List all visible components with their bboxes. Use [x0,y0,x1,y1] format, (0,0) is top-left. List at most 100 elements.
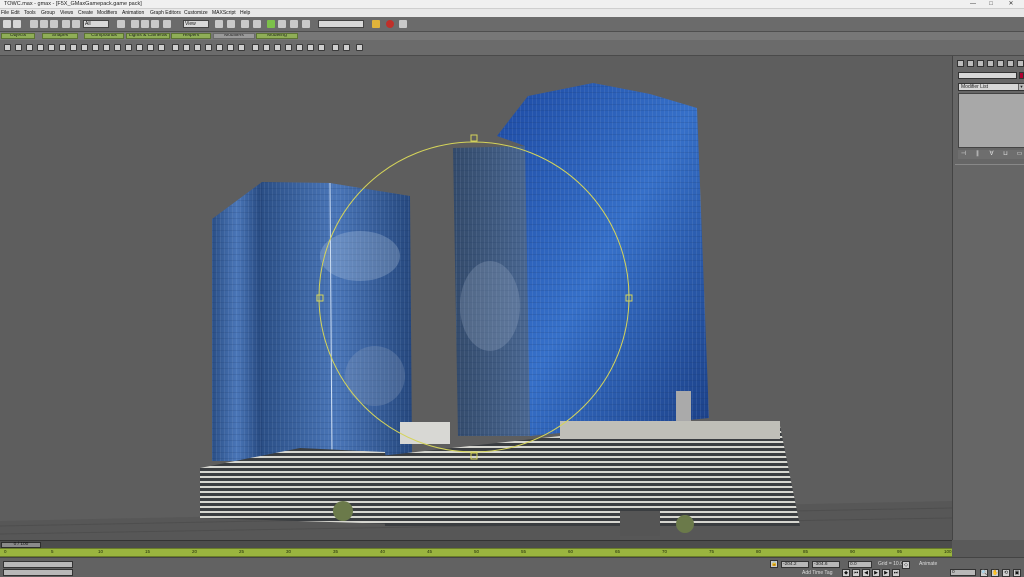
modifier-list-dropdown[interactable]: Modifier List ▼ [958,83,1024,91]
undo-icon[interactable] [3,20,11,28]
orbit-icon[interactable]: ⟲ [1002,569,1010,577]
tab-objects[interactable]: Objects [1,33,35,39]
previous-frame-icon[interactable]: ◀ [862,569,870,577]
maxscript-listener-field[interactable] [3,561,73,568]
x-coordinate-field[interactable]: -204.2 [781,561,809,568]
menu-help[interactable]: Help [240,10,250,16]
pivot-center-icon[interactable] [215,20,223,28]
maximize-viewport-icon[interactable]: ▣ [1013,569,1021,577]
utilities-tab-icon[interactable] [1007,60,1014,67]
play-icon[interactable]: ▶ [872,569,880,577]
motion-tab-icon[interactable] [987,60,994,67]
zoom-icon[interactable]: 🔍 [980,569,988,577]
material-editor-icon[interactable] [372,20,380,28]
object-name-field[interactable] [958,72,1017,79]
selection-filter-dropdown[interactable]: All [83,20,109,28]
cone-icon[interactable] [59,44,66,51]
move-icon[interactable] [131,20,139,28]
rotate-icon[interactable] [141,20,149,28]
tab-compounds[interactable]: Compounds [84,33,124,39]
geosphere-icon[interactable] [70,44,77,51]
next-frame-icon[interactable]: ▶ [882,569,890,577]
add-time-tag-button[interactable]: Add Time Tag [802,570,832,576]
torus-icon[interactable] [37,44,44,51]
checker-icon[interactable] [332,44,339,51]
select-by-name-icon[interactable] [72,20,80,28]
go-to-end-icon[interactable]: ⏭ [892,569,900,577]
tab-lights-cameras[interactable]: Lights & Cameras [126,33,170,39]
tab-modifiers[interactable]: Modifiers [213,33,255,39]
make-unique-icon[interactable]: ∀ [988,151,995,158]
modify-tab-icon[interactable] [967,60,974,67]
spinner-snap-icon[interactable] [302,20,310,28]
show-end-result-icon[interactable]: ∥ [974,151,981,158]
angle-snap-icon[interactable] [278,20,286,28]
ring-wave-icon[interactable] [205,44,212,51]
redo-icon[interactable] [13,20,21,28]
tab-modeling[interactable]: Modeling [256,33,298,39]
plane-icon[interactable] [103,44,110,51]
pan-icon[interactable]: ✋ [991,569,999,577]
unlink-icon[interactable] [40,20,48,28]
menu-maxscript[interactable]: MAXScript [212,10,236,16]
animate-button[interactable]: Animate [919,561,937,567]
configure-sets-icon[interactable]: ▭ [1016,151,1023,158]
gear-icon[interactable] [356,44,363,51]
percent-snap-icon[interactable] [290,20,298,28]
z-coordinate-field[interactable]: 0.0 [848,561,872,568]
window-icon[interactable] [274,44,281,51]
menu-tools[interactable]: Tools [24,10,36,16]
reference-coordinate-dropdown[interactable]: View [183,20,209,28]
cylinder-icon[interactable] [26,44,33,51]
railing-icon[interactable] [296,44,303,51]
create-tab-icon[interactable] [957,60,964,67]
torus-knot-icon[interactable] [238,44,245,51]
menu-edit[interactable]: Edit [11,10,20,16]
menu-animation[interactable]: Animation [122,10,144,16]
remove-modifier-icon[interactable]: ⊔ [1002,151,1009,158]
render-icon[interactable] [386,20,394,28]
tube-icon[interactable] [81,44,88,51]
chamfer-box-icon[interactable] [125,44,132,51]
minimize-button[interactable]: — [966,0,980,9]
set-key-icon[interactable]: ◆ [842,569,850,577]
pin-stack-icon[interactable]: ⊣ [960,151,967,158]
tab-helpers[interactable]: Helpers [171,33,211,39]
go-to-start-icon[interactable]: ⏮ [852,569,860,577]
l-ext-icon[interactable] [183,44,190,51]
box-icon[interactable] [4,44,11,51]
maximize-button[interactable]: □ [984,0,998,9]
capsule-icon[interactable] [172,44,179,51]
door-icon[interactable] [263,44,270,51]
teapot-icon[interactable] [48,44,55,51]
grid-icon[interactable] [343,44,350,51]
time-slider-bar[interactable]: 0 / 100 [0,540,952,548]
perspective-viewport[interactable] [0,56,952,540]
align-icon[interactable] [253,20,261,28]
quick-render-icon[interactable] [399,20,407,28]
mirror-icon[interactable] [241,20,249,28]
hammer-icon[interactable] [1017,60,1024,67]
bind-space-warp-icon[interactable] [50,20,58,28]
menu-customize[interactable]: Customize [184,10,208,16]
wall-icon[interactable] [307,44,314,51]
pyramid-icon[interactable] [92,44,99,51]
gengon-icon[interactable] [158,44,165,51]
track-bar[interactable]: 0 5 10 15 20 25 30 35 40 45 50 55 60 65 70 75 80 85 90 95 10… [0,548,952,557]
select-manipulate-icon[interactable] [163,20,171,28]
y-coordinate-field[interactable]: -304.6 [812,561,840,568]
left-tower[interactable] [212,182,412,461]
display-tab-icon[interactable] [997,60,1004,67]
stairs-icon[interactable] [252,44,259,51]
menu-group[interactable]: Group [41,10,55,16]
select-region-icon[interactable] [117,20,125,28]
prism-icon[interactable] [227,44,234,51]
current-frame-field[interactable]: 0 [950,569,976,576]
right-tower[interactable] [453,83,709,436]
menu-modifiers[interactable]: Modifiers [97,10,117,16]
c-ext-icon[interactable] [194,44,201,51]
key-mode-icon[interactable]: ◇ [902,561,910,569]
scale-icon[interactable] [151,20,159,28]
lock-selection-icon[interactable]: 🔒 [770,560,778,568]
oil-tank-icon[interactable] [136,44,143,51]
